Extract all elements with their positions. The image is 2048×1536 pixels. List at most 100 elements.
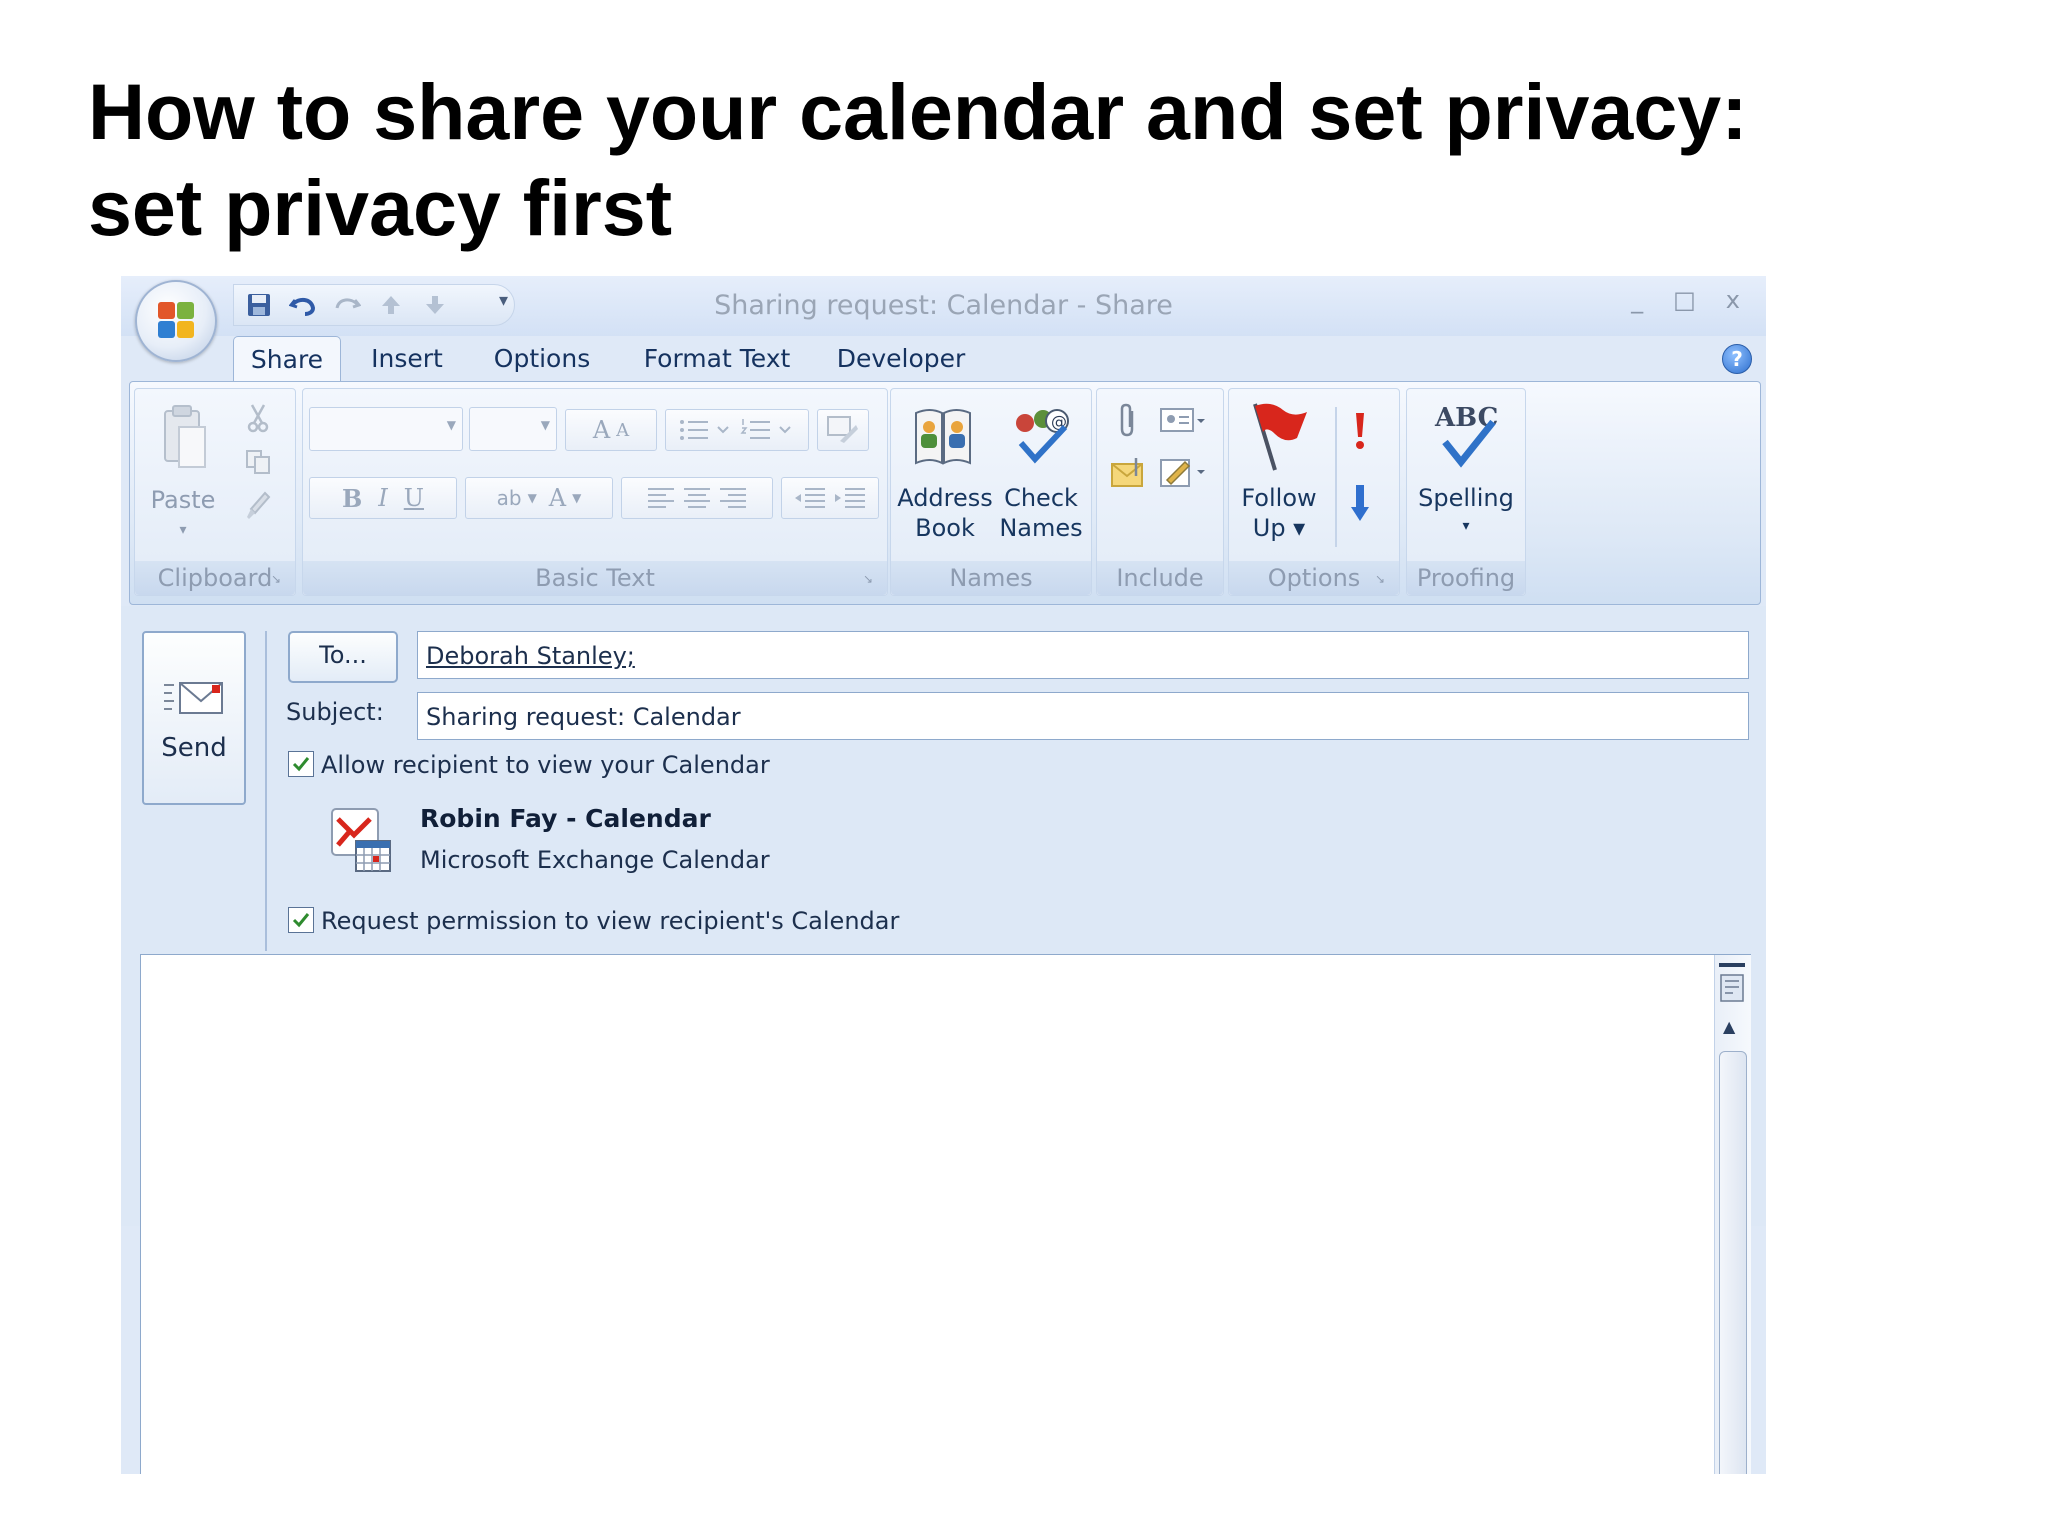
- calendar-type: Microsoft Exchange Calendar: [420, 846, 770, 874]
- copy-icon[interactable]: [243, 447, 273, 477]
- high-importance-icon[interactable]: [1345, 409, 1375, 453]
- font-color-dropdown-icon[interactable]: ▼: [572, 491, 581, 505]
- office-logo-icon: [158, 302, 194, 338]
- scroll-thumb[interactable]: [1719, 1051, 1747, 1474]
- numbering-icon[interactable]: [740, 417, 796, 443]
- basic-text-group: ▼ ▼ A A B I U ab ▼ A ▼ Basic Text ↘: [302, 388, 888, 596]
- send-button[interactable]: Send: [142, 631, 246, 805]
- tab-share[interactable]: Share: [233, 336, 341, 383]
- options-group-label: Options: [1229, 561, 1399, 595]
- increase-indent-icon[interactable]: [833, 485, 867, 511]
- format-painter-icon[interactable]: [243, 489, 273, 523]
- check-names-icon[interactable]: @: [1005, 401, 1075, 471]
- maximize-button[interactable]: □: [1673, 286, 1696, 314]
- italic-button[interactable]: I: [378, 484, 387, 512]
- request-permission-checkbox[interactable]: [288, 907, 314, 933]
- include-group: Include: [1096, 388, 1224, 596]
- window-title: Sharing request: Calendar - Share: [714, 290, 1173, 321]
- options-dialog-launcher[interactable]: ↘: [1375, 571, 1391, 587]
- signature-icon[interactable]: [1157, 453, 1207, 493]
- proofing-group: ABC Spelling ▾ Proofing: [1406, 388, 1526, 596]
- business-card-icon[interactable]: [1157, 401, 1207, 441]
- minimize-button[interactable]: _: [1631, 286, 1643, 314]
- tab-insert[interactable]: Insert: [357, 336, 457, 382]
- vertical-scrollbar[interactable]: ▲: [1714, 955, 1751, 1474]
- highlight-button[interactable]: ab: [497, 486, 522, 510]
- follow-up-flag-icon[interactable]: [1243, 397, 1313, 477]
- title-bar: ▾ Sharing request: Calendar - Share _ □ …: [121, 276, 1766, 336]
- font-size-combo[interactable]: ▼: [469, 407, 557, 451]
- highlight-dropdown-icon[interactable]: ▼: [528, 491, 537, 505]
- message-body[interactable]: ▲: [140, 954, 1751, 1474]
- paste-button[interactable]: Paste: [143, 485, 223, 515]
- attach-item-icon[interactable]: [1107, 453, 1149, 493]
- align-right-icon[interactable]: [718, 485, 748, 511]
- paste-icon[interactable]: [157, 401, 213, 475]
- low-importance-icon[interactable]: [1345, 481, 1375, 525]
- check-names-button[interactable]: Check Names: [995, 483, 1087, 543]
- font-style-buttons: B I U: [309, 477, 457, 519]
- slide-title-line-2: set privacy first: [88, 163, 673, 252]
- bold-button[interactable]: B: [342, 484, 362, 513]
- ruler-toggle-icon[interactable]: [1719, 963, 1745, 1007]
- indent-buttons: [781, 477, 879, 519]
- font-color-button[interactable]: A: [549, 484, 566, 512]
- align-center-icon[interactable]: [682, 485, 712, 511]
- styles-icon[interactable]: [817, 409, 869, 451]
- include-group-label: Include: [1097, 561, 1223, 595]
- send-envelope-icon: [164, 682, 223, 714]
- slide-title-line-1: How to share your calendar and set priva…: [88, 67, 1748, 156]
- paste-dropdown-arrow[interactable]: ▾: [143, 515, 223, 545]
- underline-button[interactable]: U: [404, 484, 424, 512]
- font-name-combo[interactable]: ▼: [309, 407, 463, 451]
- tab-developer[interactable]: Developer: [831, 336, 971, 382]
- check-names-label-1: Check: [1004, 484, 1078, 512]
- clipboard-group: Paste ▾ Clipboard ↘: [134, 388, 296, 596]
- bullets-icon[interactable]: [678, 417, 734, 443]
- close-button[interactable]: x: [1726, 286, 1740, 314]
- subject-label: Subject:: [286, 698, 384, 726]
- send-label: Send: [161, 733, 227, 763]
- allow-view-checkbox[interactable]: [288, 751, 314, 777]
- to-recipient[interactable]: Deborah Stanley;: [426, 642, 635, 670]
- window-controls: _ □ x: [1631, 286, 1740, 314]
- attach-file-icon[interactable]: [1111, 401, 1145, 441]
- check-names-label-2: Names: [999, 514, 1083, 542]
- names-group: Address Book @ Check Names Names: [890, 388, 1092, 596]
- cut-icon[interactable]: [243, 401, 273, 435]
- address-book-button[interactable]: Address Book: [895, 483, 995, 543]
- check-icon: [292, 913, 310, 928]
- proofing-group-label: Proofing: [1407, 561, 1525, 595]
- follow-up-button[interactable]: Follow Up ▾: [1233, 483, 1325, 543]
- office-button[interactable]: [135, 280, 217, 362]
- subject-field[interactable]: Sharing request: Calendar: [417, 692, 1749, 740]
- check-icon: [292, 757, 310, 772]
- scroll-up-arrow[interactable]: ▲: [1723, 1017, 1735, 1036]
- allow-view-label[interactable]: Allow recipient to view your Calendar: [321, 751, 770, 779]
- options-separator: [1335, 407, 1337, 547]
- request-permission-label[interactable]: Request permission to view recipient's C…: [321, 907, 899, 935]
- align-left-icon[interactable]: [646, 485, 676, 511]
- to-button[interactable]: To...: [288, 631, 398, 683]
- tab-format-text[interactable]: Format Text: [627, 336, 807, 382]
- tab-options[interactable]: Options: [483, 336, 601, 382]
- calendar-name: Robin Fay - Calendar: [420, 804, 711, 833]
- decrease-indent-icon[interactable]: [793, 485, 827, 511]
- exchange-calendar-icon: [325, 804, 395, 876]
- options-group: Follow Up ▾ Options ↘: [1228, 388, 1400, 596]
- shrink-font-button[interactable]: A: [616, 420, 629, 441]
- spelling-button[interactable]: Spelling: [1411, 483, 1521, 513]
- color-buttons: ab ▼ A ▼: [465, 477, 613, 519]
- spelling-icon[interactable]: ABC: [1421, 397, 1511, 477]
- clipboard-dialog-launcher[interactable]: ↘: [271, 571, 287, 587]
- address-book-icon[interactable]: [911, 401, 975, 471]
- basic-text-dialog-launcher[interactable]: ↘: [863, 571, 879, 587]
- help-icon[interactable]: ?: [1722, 344, 1752, 374]
- grow-font-button[interactable]: A: [593, 416, 610, 444]
- address-book-label-2: Book: [915, 514, 975, 542]
- to-field[interactable]: Deborah Stanley;: [417, 631, 1749, 679]
- header-separator: [265, 631, 267, 951]
- follow-up-label-2: Up ▾: [1252, 514, 1306, 542]
- spelling-dropdown-arrow[interactable]: ▾: [1411, 511, 1521, 541]
- ribbon-tabs: Share Insert Options Format Text Develop…: [121, 336, 1766, 383]
